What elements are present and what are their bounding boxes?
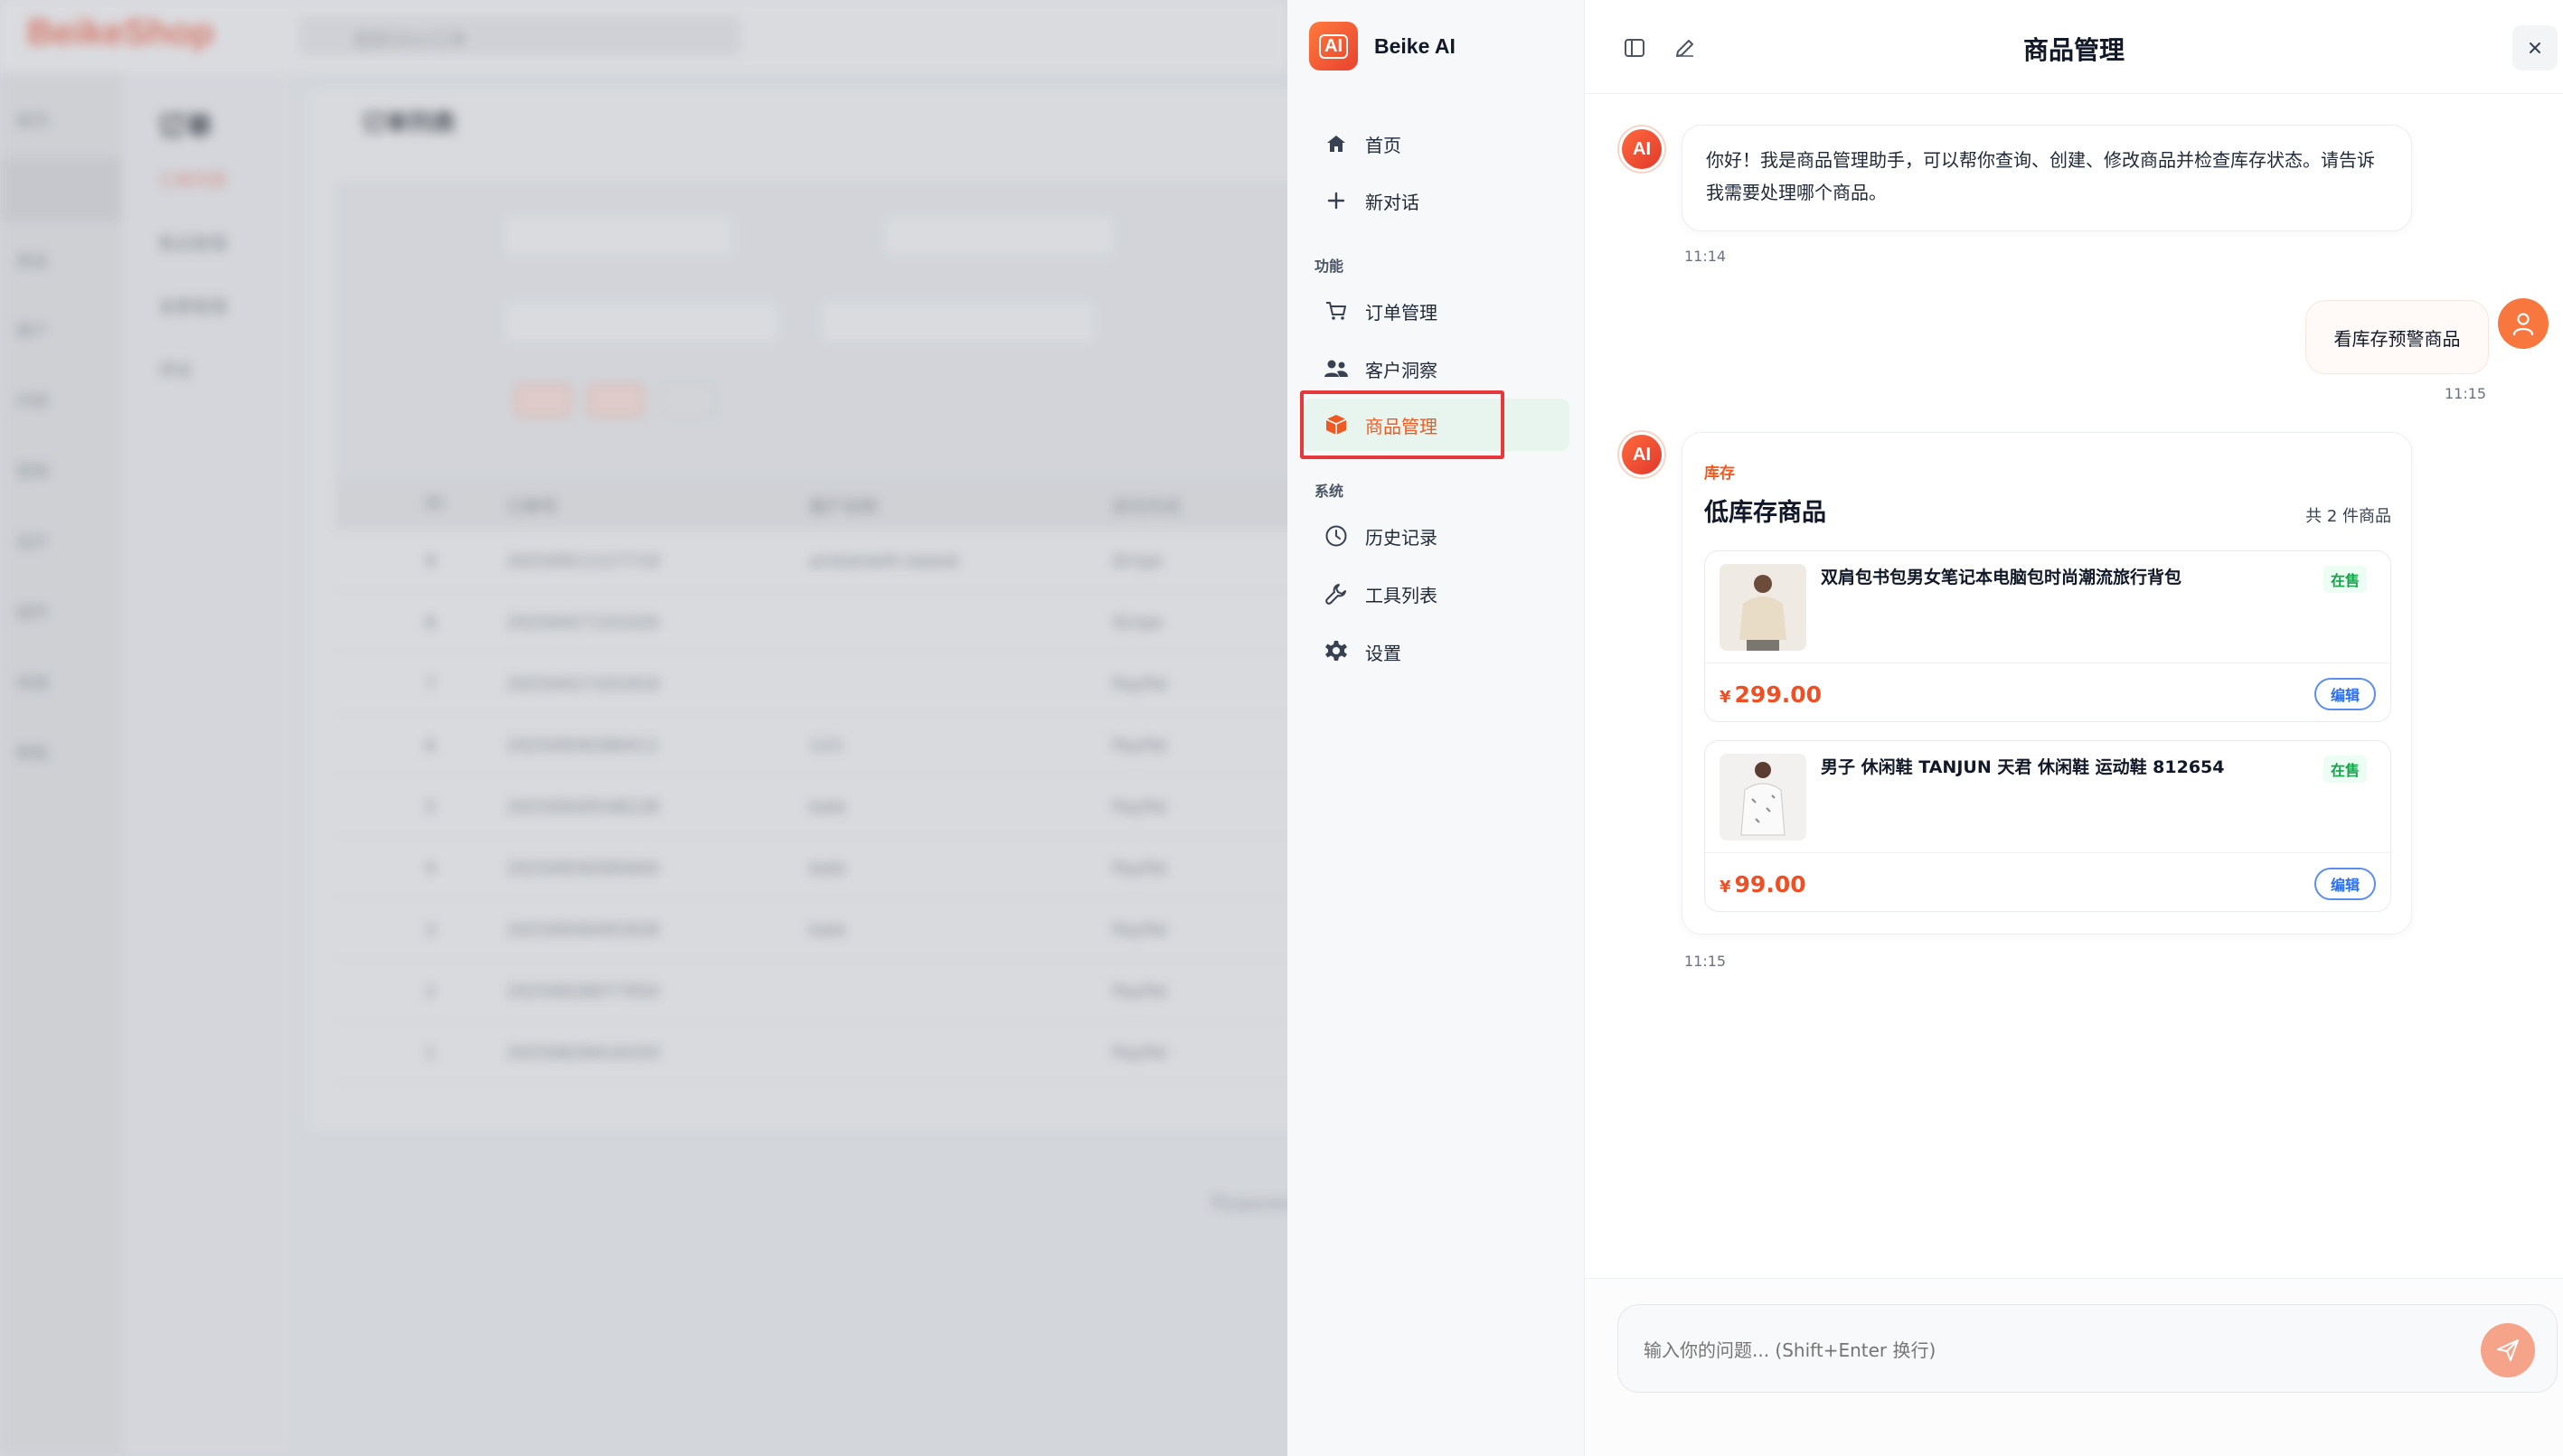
nav-tools-label: 工具列表	[1365, 584, 1437, 606]
status-badge: 在售	[2323, 756, 2367, 783]
ai-greeting-text: 你好！我是商品管理助手，可以帮你查询、创建、修改商品并检查库存状态。请告诉我需要…	[1706, 149, 2375, 203]
chat-title: 商品管理	[2022, 35, 2125, 65]
ai-sidebar: AI Beike AI 首页 新对话 功能 订单管理 客户洞察 商品管理 系统 …	[1287, 0, 1585, 1456]
chat-header: 商品管理	[1585, 0, 2563, 94]
ai-avatar: AI	[1617, 125, 1666, 174]
nav-products-label: 商品管理	[1365, 415, 1437, 437]
cart-icon	[1324, 298, 1349, 324]
price-value: 99.00	[1734, 871, 1806, 897]
currency-symbol: ¥	[1720, 878, 1731, 897]
nav-history[interactable]: 历史记录	[1302, 510, 1569, 562]
nav-new-chat[interactable]: 新对话	[1302, 174, 1569, 227]
gear-icon	[1324, 639, 1349, 664]
section-features: 功能	[1314, 258, 1344, 275]
send-icon	[2497, 1339, 2519, 1361]
product-thumbnail	[1720, 564, 1806, 651]
plus-icon	[1324, 188, 1349, 213]
product-thumbnail	[1720, 754, 1806, 841]
nav-products[interactable]: 商品管理	[1302, 399, 1569, 451]
chat-input[interactable]	[1644, 1332, 2457, 1368]
ai-avatar-badge: AI	[1622, 129, 1662, 169]
ai-avatar-badge: AI	[1622, 435, 1662, 474]
product-name: 男子 休闲鞋 TANJUN 天君 休闲鞋 运动鞋 812654	[1821, 757, 2225, 777]
user-icon	[2512, 313, 2534, 336]
low-stock-card: 库存 低库存商品 共 2 件商品 双肩包书包男女笔记本电脑包时尚潮流旅行背包 在…	[1682, 432, 2412, 935]
ai-avatar: AI	[1617, 430, 1666, 479]
box-icon	[1324, 412, 1349, 437]
section-system: 系统	[1314, 483, 1344, 500]
nav-home[interactable]: 首页	[1302, 117, 1569, 170]
brand: AI Beike AI	[1309, 22, 1456, 70]
card-title: 低库存商品	[1704, 499, 1826, 527]
chat-panel: 商品管理 AI 你好！我是商品管理助手，可以帮你查询、创建、修改商品并检查库存状…	[1585, 0, 2563, 1456]
message-timestamp: 11:15	[1684, 953, 1727, 970]
product-price: ¥99.00	[1720, 871, 1806, 897]
nav-customers[interactable]: 客户洞察	[1302, 343, 1569, 395]
nav-history-label: 历史记录	[1365, 526, 1437, 549]
nav-settings-label: 设置	[1365, 642, 1401, 664]
close-button[interactable]	[2512, 25, 2558, 70]
product-price: ¥299.00	[1720, 681, 1822, 708]
nav-home-label: 首页	[1365, 134, 1401, 156]
chat-composer	[1617, 1304, 2558, 1393]
message-timestamp: 11:14	[1684, 248, 1727, 265]
wrench-icon	[1324, 581, 1349, 606]
edit-button[interactable]: 编辑	[2314, 678, 2376, 710]
edit-button[interactable]: 编辑	[2314, 868, 2376, 900]
product-item-top: 男子 休闲鞋 TANJUN 天君 休闲鞋 运动鞋 812654 在售	[1705, 741, 2390, 853]
user-message-bubble: 看库存预警商品	[2305, 300, 2489, 374]
user-avatar	[2498, 298, 2549, 349]
product-item[interactable]: 男子 休闲鞋 TANJUN 天君 休闲鞋 运动鞋 812654 在售 ¥99.0…	[1704, 740, 2391, 912]
nav-customers-label: 客户洞察	[1365, 359, 1437, 381]
modal-overlay[interactable]	[0, 0, 1287, 1456]
beike-ai-logo: AI	[1309, 22, 1358, 70]
price-value: 299.00	[1734, 681, 1823, 708]
home-icon	[1324, 131, 1349, 156]
status-badge: 在售	[2323, 566, 2367, 593]
ai-assistant-drawer: AI Beike AI 首页 新对话 功能 订单管理 客户洞察 商品管理 系统 …	[1287, 0, 2563, 1456]
logo-text: AI	[1319, 33, 1348, 59]
close-icon	[2530, 42, 2540, 53]
brand-name: Beike AI	[1374, 33, 1456, 58]
message-timestamp: 11:15	[2445, 385, 2487, 402]
product-item-top: 双肩包书包男女笔记本电脑包时尚潮流旅行背包 在售	[1705, 551, 2390, 663]
clock-icon	[1324, 523, 1349, 549]
composer-area	[1585, 1278, 2563, 1456]
card-tag: 库存	[1704, 465, 1735, 483]
send-button[interactable]	[2481, 1323, 2535, 1377]
users-icon	[1324, 356, 1349, 381]
user-message-text: 看库存预警商品	[2333, 327, 2461, 350]
nav-settings[interactable]: 设置	[1302, 625, 1569, 678]
nav-tools[interactable]: 工具列表	[1302, 568, 1569, 620]
product-name: 双肩包书包男女笔记本电脑包时尚潮流旅行背包	[1821, 568, 2182, 587]
nav-new-chat-label: 新对话	[1365, 191, 1419, 213]
ai-message-bubble: 你好！我是商品管理助手，可以帮你查询、创建、修改商品并检查库存状态。请告诉我需要…	[1682, 125, 2412, 231]
currency-symbol: ¥	[1720, 688, 1731, 707]
nav-orders-label: 订单管理	[1365, 301, 1437, 324]
nav-orders[interactable]: 订单管理	[1302, 285, 1569, 337]
product-item[interactable]: 双肩包书包男女笔记本电脑包时尚潮流旅行背包 在售 ¥299.00 编辑	[1704, 550, 2391, 722]
card-count: 共 2 件商品	[2305, 507, 2391, 526]
background-admin-page: BeikeShop 搜索SKU/订单 首页 商品 客户 内容 营销 设计 插件 …	[0, 0, 1287, 1456]
